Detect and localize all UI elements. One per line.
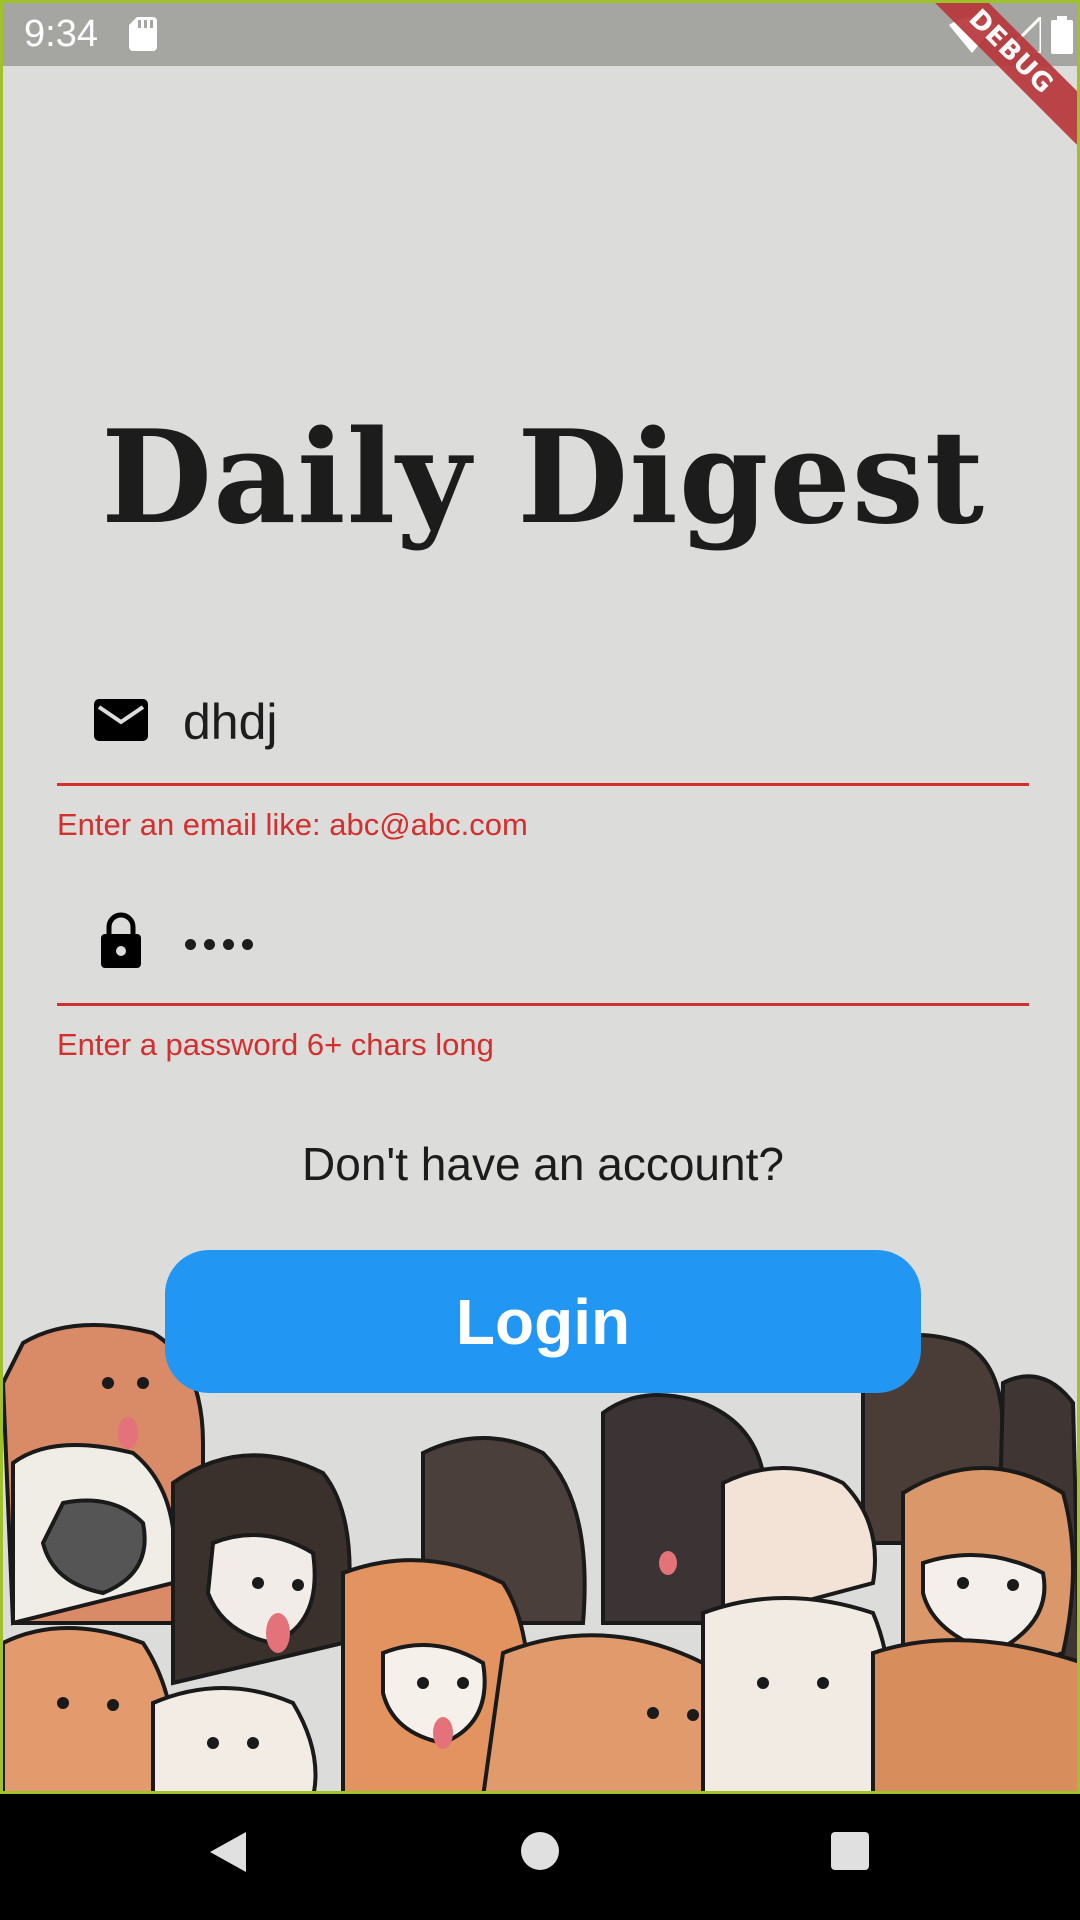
email-field[interactable]: dhdj Enter an email like: abc@abc.com <box>57 659 1029 859</box>
battery-icon <box>1051 16 1073 54</box>
signup-link[interactable]: Don't have an account? <box>3 1137 1077 1191</box>
login-button[interactable]: Login <box>165 1250 921 1393</box>
password-field[interactable]: Enter a password 6+ chars long <box>57 879 1029 1079</box>
back-icon[interactable] <box>208 1830 248 1874</box>
email-underline <box>57 783 1029 786</box>
password-dot <box>242 939 253 950</box>
password-input-row[interactable] <box>57 879 1029 989</box>
recents-icon[interactable] <box>831 1832 869 1870</box>
password-input[interactable] <box>185 939 253 950</box>
email-input[interactable]: dhdj <box>183 693 278 751</box>
home-icon[interactable] <box>521 1832 559 1870</box>
dogs-illustration <box>3 1323 1077 1791</box>
email-error-text: Enter an email like: abc@abc.com <box>57 807 528 842</box>
app-screen: 9:34 DEBUG Daily Digest dhdj Enter an em… <box>0 0 1080 1794</box>
password-dot <box>223 939 234 950</box>
password-underline <box>57 1003 1029 1006</box>
password-dot <box>204 939 215 950</box>
mail-icon <box>94 699 148 741</box>
status-time: 9:34 <box>24 13 98 55</box>
lock-icon <box>101 912 141 968</box>
navigation-bar <box>0 1794 1080 1920</box>
password-dot <box>185 939 196 950</box>
email-input-row[interactable]: dhdj <box>57 659 1029 769</box>
sd-card-icon <box>129 17 157 51</box>
password-error-text: Enter a password 6+ chars long <box>57 1027 494 1062</box>
status-bar: 9:34 <box>3 3 1077 66</box>
app-title: Daily Digest <box>101 403 985 553</box>
